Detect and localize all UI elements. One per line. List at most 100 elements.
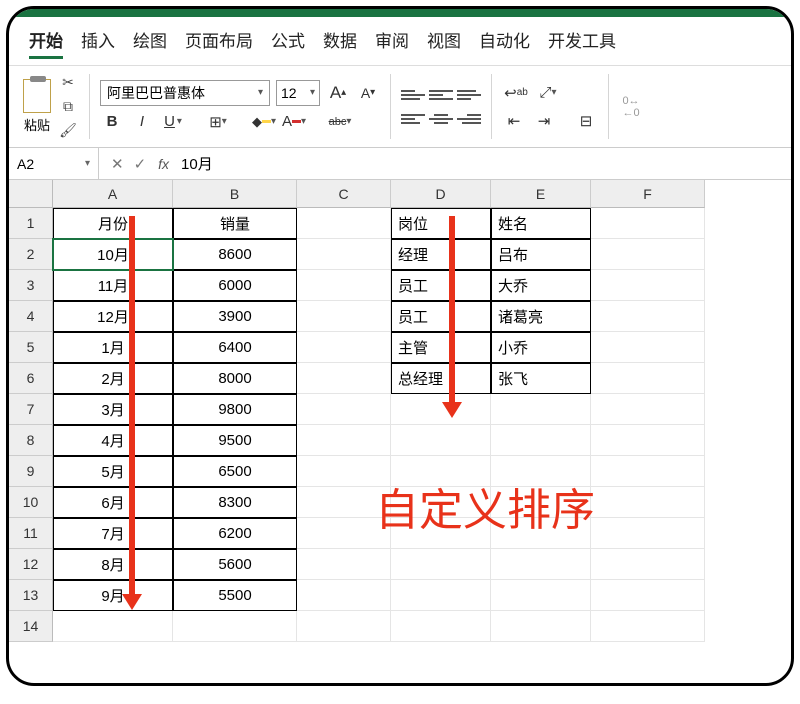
- font-color-button[interactable]: A ▾: [282, 110, 306, 134]
- cell-E7[interactable]: [491, 394, 591, 425]
- cell-D7[interactable]: [391, 394, 491, 425]
- increase-font-button[interactable]: A▴: [326, 81, 350, 105]
- cell-E1[interactable]: 姓名: [491, 208, 591, 239]
- cell-A3[interactable]: 11月: [53, 270, 173, 301]
- cell-E2[interactable]: 吕布: [491, 239, 591, 270]
- decrease-indent-button[interactable]: ⇤: [502, 109, 526, 133]
- cell-B9[interactable]: 6500: [173, 456, 297, 487]
- cell-C1[interactable]: [297, 208, 391, 239]
- row-header-4[interactable]: 4: [9, 301, 53, 332]
- align-middle-button[interactable]: [429, 85, 453, 105]
- cell-C14[interactable]: [297, 611, 391, 642]
- cell-B5[interactable]: 6400: [173, 332, 297, 363]
- menu-tab-5[interactable]: 数据: [323, 27, 357, 59]
- menu-tab-0[interactable]: 开始: [29, 27, 63, 59]
- cell-D1[interactable]: 岗位: [391, 208, 491, 239]
- align-top-button[interactable]: [401, 85, 425, 105]
- cell-C5[interactable]: [297, 332, 391, 363]
- cell-C3[interactable]: [297, 270, 391, 301]
- cell-B11[interactable]: 6200: [173, 518, 297, 549]
- cell-A2[interactable]: 10月: [53, 239, 173, 270]
- decrease-font-button[interactable]: A▾: [356, 81, 380, 105]
- column-header-D[interactable]: D: [391, 180, 491, 208]
- cells-area[interactable]: 月份销量岗位姓名10月8600经理吕布11月6000员工大乔12月3900员工诸…: [53, 208, 705, 642]
- cell-A5[interactable]: 1月: [53, 332, 173, 363]
- cell-F5[interactable]: [591, 332, 705, 363]
- cell-B6[interactable]: 8000: [173, 363, 297, 394]
- cell-F4[interactable]: [591, 301, 705, 332]
- increase-indent-button[interactable]: ⇥: [532, 109, 556, 133]
- cell-A14[interactable]: [53, 611, 173, 642]
- formula-input[interactable]: 10月: [177, 153, 791, 174]
- border-button[interactable]: ⊞▾: [206, 110, 230, 134]
- column-header-B[interactable]: B: [173, 180, 297, 208]
- wrap-text-button[interactable]: ↩ab: [502, 81, 530, 105]
- row-header-12[interactable]: 12: [9, 549, 53, 580]
- cell-E4[interactable]: 诸葛亮: [491, 301, 591, 332]
- cell-D3[interactable]: 员工: [391, 270, 491, 301]
- cell-D5[interactable]: 主管: [391, 332, 491, 363]
- row-header-13[interactable]: 13: [9, 580, 53, 611]
- align-left-button[interactable]: [401, 109, 425, 129]
- cell-E8[interactable]: [491, 425, 591, 456]
- align-center-button[interactable]: [429, 109, 453, 129]
- cell-F7[interactable]: [591, 394, 705, 425]
- cell-C13[interactable]: [297, 580, 391, 611]
- more-button[interactable]: 0↔←0: [619, 95, 643, 119]
- cell-D4[interactable]: 员工: [391, 301, 491, 332]
- cell-F8[interactable]: [591, 425, 705, 456]
- paste-button[interactable]: 粘贴: [23, 79, 51, 134]
- cell-D12[interactable]: [391, 549, 491, 580]
- menu-tab-8[interactable]: 自动化: [479, 27, 530, 59]
- cell-D13[interactable]: [391, 580, 491, 611]
- cell-B10[interactable]: 8300: [173, 487, 297, 518]
- cell-D14[interactable]: [391, 611, 491, 642]
- menu-tab-1[interactable]: 插入: [81, 27, 115, 59]
- cell-B2[interactable]: 8600: [173, 239, 297, 270]
- row-header-7[interactable]: 7: [9, 394, 53, 425]
- font-size-select[interactable]: 12 ▾: [276, 80, 320, 106]
- column-header-C[interactable]: C: [297, 180, 391, 208]
- cell-E14[interactable]: [491, 611, 591, 642]
- cell-E12[interactable]: [491, 549, 591, 580]
- cell-A9[interactable]: 5月: [53, 456, 173, 487]
- cell-C8[interactable]: [297, 425, 391, 456]
- cell-C12[interactable]: [297, 549, 391, 580]
- cell-A11[interactable]: 7月: [53, 518, 173, 549]
- format-painter-button[interactable]: 🖌: [57, 122, 79, 140]
- cell-F9[interactable]: [591, 456, 705, 487]
- cell-C4[interactable]: [297, 301, 391, 332]
- cell-C6[interactable]: [297, 363, 391, 394]
- row-header-2[interactable]: 2: [9, 239, 53, 270]
- orientation-button[interactable]: ⤢▾: [536, 81, 560, 105]
- cell-A13[interactable]: 9月: [53, 580, 173, 611]
- cell-A10[interactable]: 6月: [53, 487, 173, 518]
- cell-F13[interactable]: [591, 580, 705, 611]
- column-header-A[interactable]: A: [53, 180, 173, 208]
- cancel-formula-button[interactable]: ✕: [111, 155, 124, 173]
- cell-C2[interactable]: [297, 239, 391, 270]
- cell-A7[interactable]: 3月: [53, 394, 173, 425]
- cell-B4[interactable]: 3900: [173, 301, 297, 332]
- menu-tab-3[interactable]: 页面布局: [185, 27, 253, 59]
- align-right-button[interactable]: [457, 109, 481, 129]
- align-bottom-button[interactable]: [457, 85, 481, 105]
- cell-D6[interactable]: 总经理: [391, 363, 491, 394]
- row-header-8[interactable]: 8: [9, 425, 53, 456]
- fill-color-button[interactable]: ◆ ▾: [252, 110, 276, 134]
- menu-tab-7[interactable]: 视图: [427, 27, 461, 59]
- cell-B3[interactable]: 6000: [173, 270, 297, 301]
- cell-F2[interactable]: [591, 239, 705, 270]
- cell-A8[interactable]: 4月: [53, 425, 173, 456]
- row-header-6[interactable]: 6: [9, 363, 53, 394]
- cell-B14[interactable]: [173, 611, 297, 642]
- merge-button[interactable]: ⊟: [574, 109, 598, 133]
- cell-F11[interactable]: [591, 518, 705, 549]
- row-header-5[interactable]: 5: [9, 332, 53, 363]
- menu-tab-9[interactable]: 开发工具: [548, 27, 616, 59]
- cell-F6[interactable]: [591, 363, 705, 394]
- cut-button[interactable]: ✂: [57, 74, 79, 92]
- cell-F10[interactable]: [591, 487, 705, 518]
- cell-D2[interactable]: 经理: [391, 239, 491, 270]
- cell-F12[interactable]: [591, 549, 705, 580]
